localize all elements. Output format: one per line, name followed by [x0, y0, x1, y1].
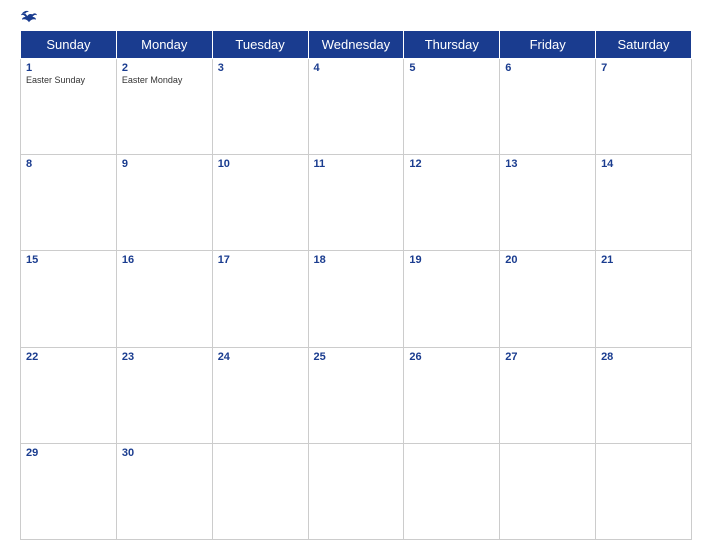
day-header-friday: Friday [500, 31, 596, 59]
calendar-cell [596, 443, 692, 539]
calendar-cell: 17 [212, 251, 308, 347]
calendar-cell: 13 [500, 155, 596, 251]
calendar-cell: 2Easter Monday [116, 59, 212, 155]
day-number: 16 [122, 254, 207, 266]
logo-blue-section [20, 10, 40, 24]
calendar-cell [404, 443, 500, 539]
day-number: 27 [505, 351, 590, 363]
day-number: 19 [409, 254, 494, 266]
page-header [20, 10, 692, 24]
calendar-cell: 11 [308, 155, 404, 251]
calendar-cell: 24 [212, 347, 308, 443]
calendar-table: SundayMondayTuesdayWednesdayThursdayFrid… [20, 30, 692, 540]
calendar-cell: 21 [596, 251, 692, 347]
day-number: 14 [601, 158, 686, 170]
calendar-cell: 26 [404, 347, 500, 443]
calendar-cell: 30 [116, 443, 212, 539]
day-number: 9 [122, 158, 207, 170]
logo [20, 10, 40, 24]
calendar-cell: 25 [308, 347, 404, 443]
day-number: 22 [26, 351, 111, 363]
day-number: 23 [122, 351, 207, 363]
holiday-label: Easter Sunday [26, 75, 111, 85]
day-header-saturday: Saturday [596, 31, 692, 59]
calendar-week-1: 1Easter Sunday2Easter Monday34567 [21, 59, 692, 155]
calendar-cell: 9 [116, 155, 212, 251]
calendar-cell: 1Easter Sunday [21, 59, 117, 155]
day-number: 11 [314, 158, 399, 170]
day-header-monday: Monday [116, 31, 212, 59]
day-header-sunday: Sunday [21, 31, 117, 59]
calendar-cell: 28 [596, 347, 692, 443]
calendar-cell: 20 [500, 251, 596, 347]
calendar-cell: 10 [212, 155, 308, 251]
holiday-label: Easter Monday [122, 75, 207, 85]
calendar-week-4: 22 23 24 25 26 27 28 [21, 347, 692, 443]
day-header-thursday: Thursday [404, 31, 500, 59]
calendar-cell: 15 [21, 251, 117, 347]
day-number: 24 [218, 351, 303, 363]
day-number: 30 [122, 447, 207, 459]
day-number: 7 [601, 62, 686, 74]
calendar-cell [500, 443, 596, 539]
calendar-week-3: 15 16 17 18 19 20 21 [21, 251, 692, 347]
calendar-cell: 29 [21, 443, 117, 539]
country-label [622, 10, 692, 14]
calendar-header-row: SundayMondayTuesdayWednesdayThursdayFrid… [21, 31, 692, 59]
day-number: 15 [26, 254, 111, 266]
day-number: 21 [601, 254, 686, 266]
day-number: 25 [314, 351, 399, 363]
calendar-cell [308, 443, 404, 539]
logo-bird-icon [20, 10, 38, 24]
day-number: 13 [505, 158, 590, 170]
day-number: 2 [122, 62, 207, 74]
day-number: 4 [314, 62, 399, 74]
calendar-cell: 12 [404, 155, 500, 251]
day-number: 6 [505, 62, 590, 74]
calendar-cell: 16 [116, 251, 212, 347]
calendar-cell: 4 [308, 59, 404, 155]
day-number: 28 [601, 351, 686, 363]
calendar-cell: 22 [21, 347, 117, 443]
calendar-cell: 27 [500, 347, 596, 443]
day-number: 17 [218, 254, 303, 266]
day-number: 18 [314, 254, 399, 266]
calendar-cell: 6 [500, 59, 596, 155]
day-number: 10 [218, 158, 303, 170]
day-number: 5 [409, 62, 494, 74]
day-number: 29 [26, 447, 111, 459]
calendar-cell: 3 [212, 59, 308, 155]
day-number: 3 [218, 62, 303, 74]
day-number: 1 [26, 62, 111, 74]
calendar-cell: 18 [308, 251, 404, 347]
day-header-tuesday: Tuesday [212, 31, 308, 59]
calendar-cell: 8 [21, 155, 117, 251]
day-number: 20 [505, 254, 590, 266]
calendar-week-2: 89 10 11 12 13 14 [21, 155, 692, 251]
calendar-cell: 23 [116, 347, 212, 443]
day-number: 12 [409, 158, 494, 170]
calendar-cell: 7 [596, 59, 692, 155]
day-number: 8 [26, 158, 111, 170]
calendar-cell [212, 443, 308, 539]
day-number: 26 [409, 351, 494, 363]
day-header-wednesday: Wednesday [308, 31, 404, 59]
calendar-cell: 5 [404, 59, 500, 155]
calendar-cell: 14 [596, 155, 692, 251]
calendar-cell: 19 [404, 251, 500, 347]
calendar-week-5: 29 30 [21, 443, 692, 539]
